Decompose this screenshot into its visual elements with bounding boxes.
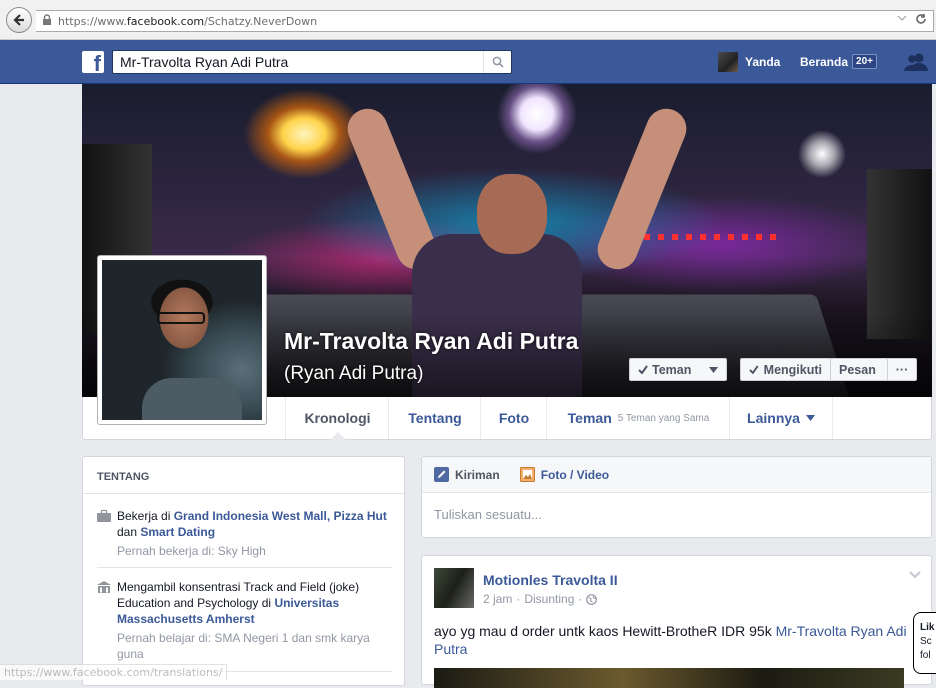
chevron-down-icon <box>805 415 815 421</box>
work-conjunction: dan <box>117 525 141 539</box>
profile-photo-shirt <box>142 378 242 420</box>
nav-home-label: Beranda <box>800 54 849 69</box>
composer-tab-photo-label: Foto / Video <box>540 467 610 482</box>
chevron-down-icon <box>709 366 718 373</box>
about-card: TENTANG Bekerja di Grand Indonesia West … <box>82 456 405 686</box>
composer-tab-post[interactable]: Kiriman <box>434 467 500 482</box>
message-button-label: Pesan <box>839 362 876 377</box>
divider <box>97 567 392 568</box>
tab-friends-label: Teman <box>567 410 612 426</box>
url-prefix: https://www. <box>58 14 127 28</box>
more-options-label: ··· <box>895 362 909 377</box>
reload-icon[interactable] <box>915 13 927 25</box>
popup-line-1: Sc <box>920 636 932 647</box>
nav-user-name: Yanda <box>745 55 781 69</box>
profile-picture[interactable] <box>97 255 267 425</box>
search-input[interactable]: Mr-Travolta Ryan Adi Putra <box>112 50 512 74</box>
notification-popup[interactable]: Lik Sc fol <box>913 612 936 674</box>
work-place-link-2[interactable]: Smart Dating <box>140 525 215 539</box>
back-button[interactable] <box>6 7 32 33</box>
url-path: /Schatzy.NeverDown <box>204 14 318 28</box>
work-prefix: Bekerja di <box>117 509 174 523</box>
url-domain: facebook.com <box>126 14 205 28</box>
photo-icon <box>519 467 535 482</box>
profile-photo-glasses <box>157 312 205 324</box>
check-icon <box>638 365 648 374</box>
tab-about[interactable]: Tentang <box>388 397 481 439</box>
nav-home-link[interactable]: Beranda 20+ <box>800 54 877 69</box>
tab-more[interactable]: Lainnya <box>729 397 833 439</box>
search-value: Mr-Travolta Ryan Adi Putra <box>120 54 289 70</box>
following-button-label: Mengikuti <box>763 362 822 377</box>
post-time[interactable]: 2 jam <box>483 592 512 606</box>
post-author[interactable]: Motionles Travolta II <box>483 572 618 588</box>
meta-separator: · <box>516 592 521 606</box>
work-place-link[interactable]: Grand Indonesia West Mall, Pizza Hut <box>174 509 387 523</box>
tab-more-label: Lainnya <box>747 410 800 426</box>
feed-post: Motionles Travolta II 2 jam · Disunting … <box>421 555 932 688</box>
past-work: Pernah bekerja di: Sky High <box>117 544 266 558</box>
post-image[interactable] <box>434 668 904 688</box>
tab-friends[interactable]: Teman 5 Teman yang Sama <box>546 397 730 439</box>
mutual-friends-count: 5 Teman yang Sama <box>617 412 710 424</box>
dropdown-arrow-icon[interactable] <box>897 13 907 23</box>
more-options-button[interactable]: ··· <box>887 358 917 381</box>
globe-icon[interactable] <box>586 593 598 605</box>
popup-title: Lik <box>920 622 935 633</box>
cover-arm-right <box>591 102 693 276</box>
facebook-logo[interactable]: f <box>82 51 104 73</box>
check-icon <box>749 365 759 374</box>
facebook-top-bar: f Mr-Travolta Ryan Adi Putra Yanda Beran… <box>0 40 936 84</box>
pencil-icon <box>434 467 449 482</box>
avatar <box>718 52 738 72</box>
post-text: ayo yg mau d order untk kaos Hewitt-Brot… <box>434 622 924 658</box>
post-composer: Kiriman Foto / Video Tuliskan sesuatu... <box>421 456 932 538</box>
nav-user-profile[interactable]: Yanda <box>718 52 780 72</box>
following-button[interactable]: Mengikuti <box>740 358 831 381</box>
composer-input[interactable]: Tuliskan sesuatu... <box>422 493 931 536</box>
school-icon <box>97 579 117 662</box>
post-edited[interactable]: Disunting <box>524 592 574 606</box>
message-button[interactable]: Pesan <box>830 358 888 381</box>
search-icon[interactable] <box>483 51 511 73</box>
meta-separator: · <box>578 592 583 606</box>
composer-tab-post-label: Kiriman <box>455 467 500 482</box>
profile-photo <box>102 260 262 420</box>
about-title: TENTANG <box>83 457 404 494</box>
tab-timeline[interactable]: Kronologi <box>285 397 389 440</box>
friend-button[interactable]: Teman <box>629 358 727 381</box>
profile-main-name: Mr-Travolta Ryan Adi Putra <box>284 328 579 354</box>
composer-tab-photo[interactable]: Foto / Video <box>519 467 610 482</box>
about-work-item: Bekerja di Grand Indonesia West Mall, Pi… <box>97 508 392 559</box>
friend-requests-icon[interactable] <box>904 52 928 75</box>
lock-icon <box>42 14 52 28</box>
avatar[interactable] <box>434 568 474 608</box>
back-arrow-icon <box>13 14 24 26</box>
profile-alternate-name: (Ryan Adi Putra) <box>284 363 424 384</box>
browser-status-url: https://www.facebook.com/translations/ <box>0 664 228 680</box>
friend-button-label: Teman <box>652 362 692 377</box>
cover-dj-head <box>477 174 547 254</box>
composer-tabs: Kiriman Foto / Video <box>422 457 931 493</box>
address-bar[interactable]: https://www. facebook.com/Schatzy.NeverDo… <box>36 10 934 32</box>
popup-line-2: fol <box>920 650 931 661</box>
about-education-item: Mengambil konsentrasi Track and Field (j… <box>97 579 392 662</box>
post-meta: 2 jam · Disunting · <box>483 592 598 606</box>
post-body-text: ayo yg mau d order untk kaos Hewitt-Brot… <box>434 623 776 639</box>
browser-toolbar: https://www. facebook.com/Schatzy.NeverDo… <box>0 0 936 40</box>
briefcase-icon <box>97 508 117 559</box>
profile-name: Mr-Travolta Ryan Adi Putra (Ryan Adi Put… <box>284 326 624 389</box>
past-education: Pernah belajar di: SMA Negeri 1 dan smk … <box>117 631 370 661</box>
post-options-chevron-icon[interactable] <box>909 568 921 582</box>
home-count-badge: 20+ <box>852 54 877 69</box>
tab-photos[interactable]: Foto <box>480 397 547 439</box>
